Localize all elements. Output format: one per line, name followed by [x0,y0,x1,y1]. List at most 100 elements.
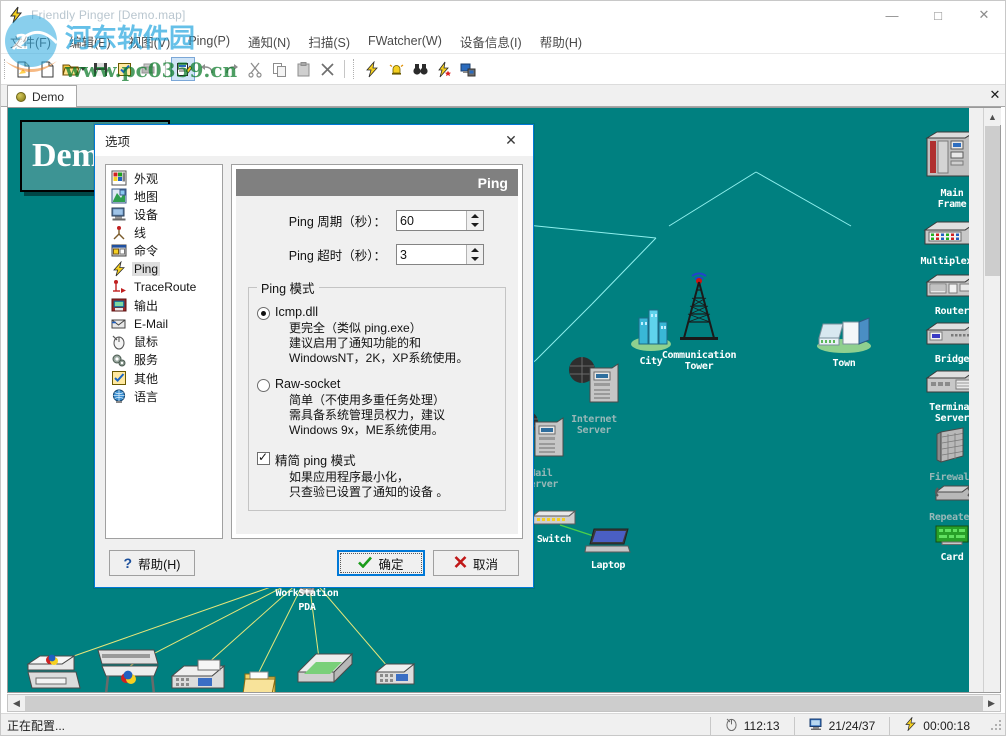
alarm-button[interactable] [384,57,408,81]
lightning-bolt-icon [111,260,127,277]
ping-mode-icmpdll-radio[interactable] [257,307,270,320]
palette-item-terminal-server[interactable]: Terminal Server [906,366,969,424]
help-button[interactable]: ? 帮助(H) [109,550,195,576]
print-button[interactable] [136,57,160,81]
maximize-button[interactable]: □ [915,1,961,29]
horizontal-scroll-thumb[interactable] [25,696,985,711]
map-device-fax[interactable] [168,656,234,692]
map-vertical-scrollbar[interactable]: ▲ [983,108,1001,692]
spin-down-button[interactable] [467,255,483,265]
map-device-plotter[interactable] [92,644,164,692]
map-device-folder[interactable] [242,666,278,692]
menu-fwatcher[interactable]: FWatcher(W) [359,31,451,51]
device-info-button[interactable] [456,57,480,81]
options-panel: Ping Ping 周期（秒）： P [231,164,523,539]
options-category-mouse[interactable]: 鼠标 [108,333,220,351]
scroll-left-arrow-icon[interactable]: ◀ [8,695,25,711]
options-category-line[interactable]: 线 [108,224,220,242]
menu-scan[interactable]: 扫描(S) [299,29,359,54]
spin-up-button[interactable] [467,245,483,255]
options-category-label: 外观 [134,171,159,186]
palette-item-repeater[interactable]: Repeater [906,480,969,523]
menu-help[interactable]: 帮助(H) [531,29,591,54]
paste-button[interactable] [291,57,315,81]
map-horizontal-scrollbar[interactable]: ◀ ▶ [7,694,1001,712]
light-ping-mode-row[interactable]: 精简 ping 模式 [257,450,497,469]
cancel-button[interactable]: 取消 [433,550,519,576]
palette-item-card[interactable]: Card [906,522,969,563]
delete-button[interactable] [315,57,339,81]
scroll-right-arrow-icon[interactable]: ▶ [983,695,1000,711]
globe-server-icon [548,354,640,413]
new-map-button[interactable] [11,57,35,81]
ping-mode-icmpdll-row[interactable]: Icmp.dll [257,305,497,320]
menu-ping[interactable]: Ping(P) [179,31,239,51]
map-node-town[interactable]: Town [798,314,890,369]
menu-file[interactable]: 文件(F) [1,29,60,54]
close-tab-button[interactable]: ✕ [987,87,1003,103]
options-category-other[interactable]: 其他 [108,369,220,387]
scan-button[interactable] [408,57,432,81]
options-category-email[interactable]: E-Mail [108,315,220,333]
undo-button[interactable] [195,57,219,81]
minimize-button[interactable]: — [869,1,915,29]
ping-interval-stepper[interactable] [396,210,484,231]
toolbar-grip[interactable] [353,59,356,79]
redo-button[interactable] [219,57,243,81]
options-category-traceroute[interactable]: TraceRoute [108,278,220,296]
palette-item-multiplexer[interactable]: Multiplexer [906,216,969,267]
menu-view[interactable]: 视图(V) [120,29,180,54]
copy-button[interactable] [267,57,291,81]
ok-button[interactable]: 确定 [337,550,425,576]
options-category-list[interactable]: 外观 地图 设备线命令 Ping TraceRoute 输出 E-Mail 鼠标 服务 其他 语言 [105,164,223,539]
scroll-up-arrow-icon[interactable]: ▲ [984,108,1001,125]
resize-grip[interactable] [990,718,1004,733]
ping-timeout-input[interactable] [397,245,466,264]
palette-item-bridge[interactable]: Bridge [906,318,969,365]
vertical-scroll-thumb[interactable] [985,126,1000,276]
map-device-scanner[interactable] [294,650,356,692]
light-ping-mode-label: 精简 ping 模式 [275,454,356,468]
options-category-device[interactable]: 设备 [108,205,220,223]
map-device-color-printer[interactable] [24,648,84,692]
cut-button[interactable] [243,57,267,81]
new-document-button[interactable] [35,57,59,81]
fwatcher-button[interactable] [432,57,456,81]
ping-button[interactable] [360,57,384,81]
palette-item-router[interactable]: Router [906,270,969,317]
ping-mode-rawsocket-row[interactable]: Raw-socket [257,377,497,392]
ping-interval-input[interactable] [397,211,466,230]
palette-item-main-frame[interactable]: Main Frame [906,128,969,210]
menu-notify[interactable]: 通知(N) [239,29,299,54]
save-button[interactable] [88,57,112,81]
spin-up-button[interactable] [467,211,483,221]
options-category-language[interactable]: 语言 [108,387,220,405]
properties-button[interactable] [171,57,195,81]
ping-timeout-spin-buttons[interactable] [466,245,483,264]
options-category-ping[interactable]: Ping [108,260,220,278]
spin-down-button[interactable] [467,221,483,231]
open-button[interactable] [59,57,83,81]
options-category-command[interactable]: 命令 [108,242,220,260]
toolbar-grip[interactable] [4,59,7,79]
light-ping-mode-checkbox[interactable] [257,450,270,465]
tab-demo[interactable]: Demo [7,85,78,107]
ping-timeout-stepper[interactable] [396,244,484,265]
save-checked-button[interactable] [112,57,136,81]
options-category-service[interactable]: 服务 [108,351,220,369]
ping-timeout-row: Ping 超时（秒）： [246,244,508,265]
menu-device-info[interactable]: 设备信息(I) [451,29,531,54]
ping-interval-spin-buttons[interactable] [466,211,483,230]
palette-item-firewall[interactable]: Firewall [906,426,969,483]
ping-mode-rawsocket-description: 简单（不使用多重任务处理） 需具备系统管理员权力，建议 Windows 9x，M… [289,393,446,437]
menu-edit[interactable]: 编辑(E) [60,29,120,54]
close-button[interactable]: ✕ [961,1,1005,29]
dialog-close-button[interactable]: ✕ [489,126,533,156]
ping-mode-rawsocket-radio[interactable] [257,379,270,392]
options-category-map[interactable]: 地图 [108,187,220,205]
options-category-export[interactable]: 输出 [108,296,220,314]
panel-content: Ping 周期（秒）： Ping 超时（秒）： [236,196,518,534]
map-device-fax-2[interactable] [372,658,422,692]
options-category-appearance[interactable]: 外观 [108,169,220,187]
map-node-laptop[interactable]: Laptop [562,526,654,571]
